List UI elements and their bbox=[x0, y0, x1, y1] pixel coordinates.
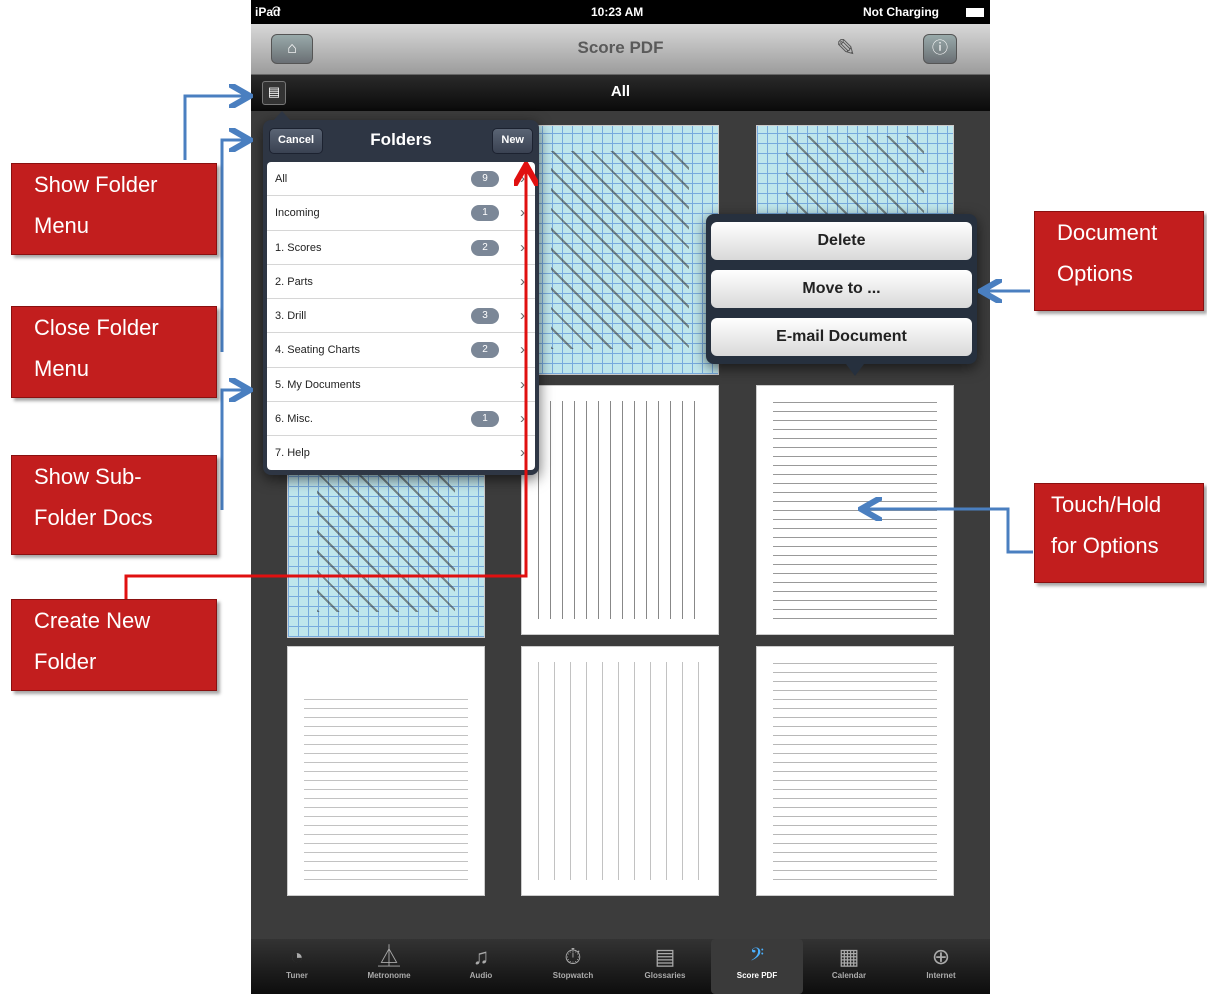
arrow-show-sub-folder bbox=[220, 390, 247, 510]
arrow-show-folder bbox=[183, 96, 247, 160]
callout-show-sub-folder-docs: Show Sub- Folder Docs bbox=[11, 455, 217, 555]
callout-document-options: Document Options bbox=[1034, 211, 1204, 311]
callout-close-folder-menu: Close Folder Menu bbox=[11, 306, 217, 398]
arrow-touch-hold bbox=[864, 509, 1033, 554]
callout-touch-hold-options: Touch/Hold for Options bbox=[1034, 483, 1204, 583]
arrow-close-folder bbox=[220, 140, 247, 352]
callout-show-folder-menu: Show Folder Menu bbox=[11, 163, 217, 255]
callout-create-new-folder: Create New Folder bbox=[11, 599, 217, 691]
